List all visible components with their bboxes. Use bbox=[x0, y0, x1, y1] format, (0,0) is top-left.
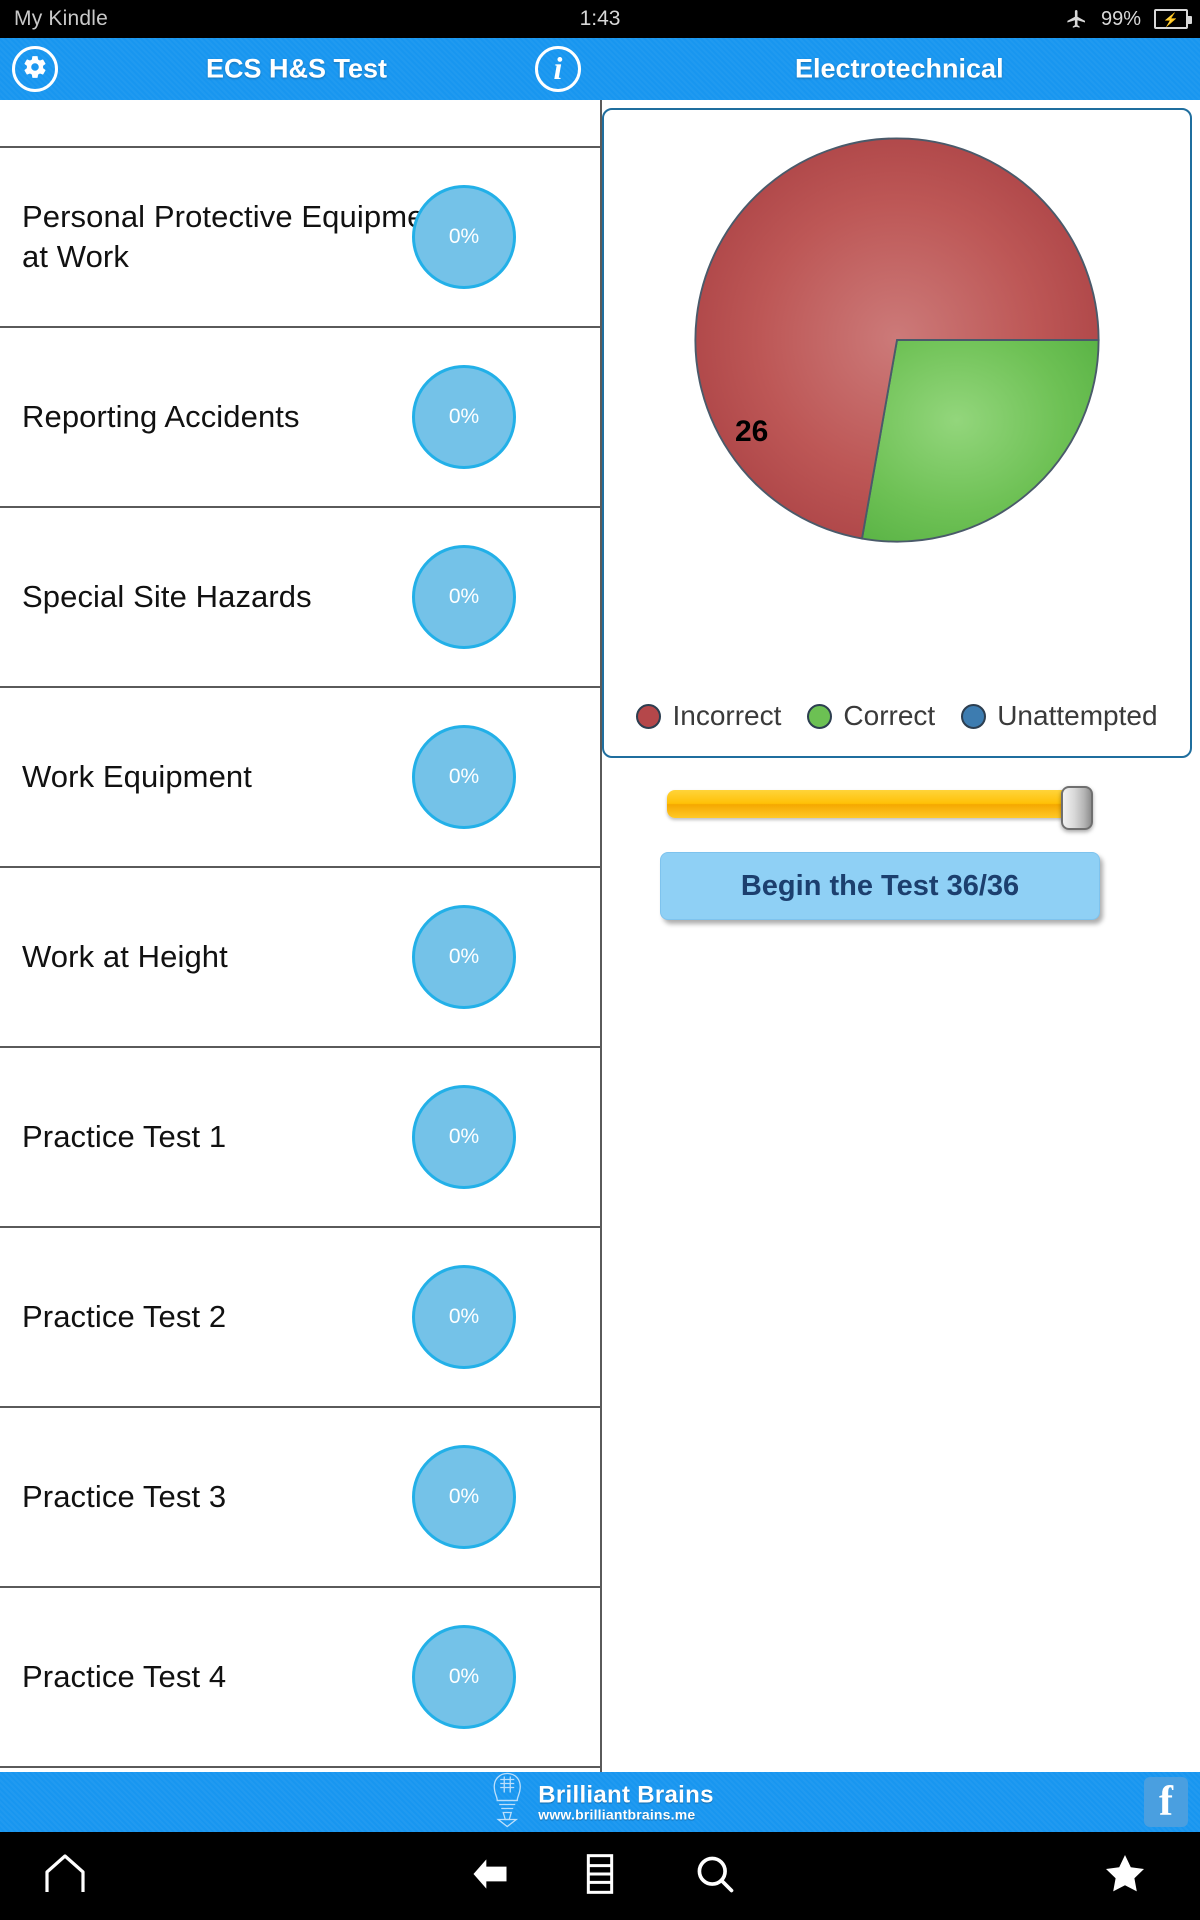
list-item-practice-test-3[interactable]: Practice Test 3 0% bbox=[0, 1408, 600, 1588]
list-item-reporting-accidents[interactable]: Reporting Accidents 0% bbox=[0, 328, 600, 508]
android-status-bar: My Kindle 1:43 99% ⚡ bbox=[0, 0, 1200, 38]
begin-test-button[interactable]: Begin the Test 36/36 bbox=[660, 852, 1100, 920]
progress-badge: 0% bbox=[412, 185, 516, 289]
legend-label: Incorrect bbox=[672, 700, 782, 731]
list-item-label: Practice Test 2 bbox=[22, 1299, 227, 1335]
menu-icon bbox=[580, 1852, 620, 1901]
list-item-label: Reporting Accidents bbox=[22, 399, 300, 435]
progress-badge: 0% bbox=[412, 1085, 516, 1189]
progress-badge: 0% bbox=[412, 905, 516, 1009]
nav-menu-button[interactable] bbox=[565, 1841, 635, 1911]
info-button[interactable]: i bbox=[535, 46, 581, 92]
nav-favorites-button[interactable] bbox=[1090, 1841, 1160, 1911]
search-icon bbox=[693, 1852, 737, 1901]
facebook-icon: f bbox=[1159, 1779, 1173, 1825]
pie-label-incorrect: 26 bbox=[735, 415, 769, 448]
legend-item-unattempted: Unattempted bbox=[961, 700, 1158, 732]
home-icon bbox=[41, 1850, 89, 1903]
detail-panel: 26 10 Incorrect Correct Unattempted bbox=[602, 100, 1200, 1772]
topic-list[interactable]: Personal Protective Equipment at Work 0%… bbox=[0, 100, 600, 1772]
status-clock: 1:43 bbox=[579, 7, 621, 30]
legend-item-incorrect: Incorrect bbox=[636, 700, 781, 732]
list-item-label: Work at Height bbox=[22, 939, 228, 975]
list-item-work-at-height[interactable]: Work at Height 0% bbox=[0, 868, 600, 1048]
brand-logo[interactable]: Brilliant Brains www.brilliantbrains.me bbox=[486, 1772, 714, 1833]
slider-track-fill[interactable] bbox=[667, 790, 1087, 818]
nav-back-button[interactable] bbox=[455, 1841, 525, 1911]
status-indicators: 99% ⚡ bbox=[1064, 7, 1192, 31]
progress-badge: 0% bbox=[412, 1445, 516, 1549]
nav-home-button[interactable] bbox=[30, 1841, 100, 1911]
results-chart-card: 26 10 Incorrect Correct Unattempted bbox=[602, 108, 1192, 758]
list-row-partial[interactable] bbox=[0, 100, 600, 148]
slider-thumb[interactable] bbox=[1061, 786, 1093, 830]
back-arrow-icon bbox=[468, 1852, 512, 1901]
gear-icon bbox=[22, 54, 48, 85]
legend-dot-incorrect bbox=[636, 703, 662, 729]
chart-legend: Incorrect Correct Unattempted bbox=[604, 700, 1190, 732]
info-icon: i bbox=[553, 50, 563, 86]
progress-badge: 0% bbox=[412, 1625, 516, 1729]
facebook-button[interactable]: f bbox=[1144, 1777, 1188, 1827]
progress-badge: 0% bbox=[412, 545, 516, 649]
brand-footer-bar: Brilliant Brains www.brilliantbrains.me … bbox=[0, 1772, 1200, 1832]
list-item-label: Practice Test 4 bbox=[22, 1659, 227, 1695]
pie-chart-svg bbox=[694, 137, 1100, 543]
nav-search-button[interactable] bbox=[680, 1841, 750, 1911]
list-item-practice-test-1[interactable]: Practice Test 1 0% bbox=[0, 1048, 600, 1228]
progress-badge: 0% bbox=[412, 725, 516, 829]
list-item-practice-test-4[interactable]: Practice Test 4 0% bbox=[0, 1588, 600, 1768]
list-item-special-site-hazards[interactable]: Special Site Hazards 0% bbox=[0, 508, 600, 688]
legend-item-correct: Correct bbox=[807, 700, 935, 732]
brain-head-icon bbox=[486, 1772, 528, 1833]
brand-url: www.brilliantbrains.me bbox=[538, 1806, 696, 1823]
list-item-label: Personal Protective Equipment at Work bbox=[22, 199, 451, 274]
list-item-label: Practice Test 1 bbox=[22, 1119, 227, 1155]
content-area: Personal Protective Equipment at Work 0%… bbox=[0, 100, 1200, 1772]
app-header-bar: ECS H&S Test i Electrotechnical bbox=[0, 38, 1200, 100]
list-item-practice-test-2[interactable]: Practice Test 2 0% bbox=[0, 1228, 600, 1408]
category-title: Electrotechnical bbox=[795, 53, 1004, 84]
list-item-label: Special Site Hazards bbox=[22, 579, 312, 615]
star-icon bbox=[1101, 1850, 1149, 1903]
legend-dot-unattempted bbox=[961, 703, 987, 729]
settings-button[interactable] bbox=[12, 46, 58, 92]
list-item-label: Work Equipment bbox=[22, 759, 252, 795]
pie-slice-correct bbox=[860, 339, 1100, 543]
pie-chart: 26 10 bbox=[687, 130, 1107, 555]
brand-text: Brilliant Brains www.brilliantbrains.me bbox=[538, 1782, 714, 1822]
android-nav-bar bbox=[0, 1832, 1200, 1920]
question-count-slider[interactable] bbox=[667, 786, 1117, 830]
airplane-icon bbox=[1064, 7, 1088, 31]
app-title: ECS H&S Test bbox=[206, 53, 388, 84]
legend-label: Unattempted bbox=[997, 700, 1158, 731]
app-root: My Kindle 1:43 99% ⚡ ECS H&S Test i Elec… bbox=[0, 0, 1200, 1920]
list-item-personal-protective-equipment[interactable]: Personal Protective Equipment at Work 0% bbox=[0, 148, 600, 328]
brand-name: Brilliant Brains bbox=[538, 1781, 714, 1809]
progress-badge: 0% bbox=[412, 365, 516, 469]
list-item-label: Practice Test 3 bbox=[22, 1479, 227, 1515]
list-item-work-equipment[interactable]: Work Equipment 0% bbox=[0, 688, 600, 868]
legend-dot-correct bbox=[807, 703, 833, 729]
battery-charging-icon: ⚡ bbox=[1154, 9, 1192, 29]
legend-label: Correct bbox=[843, 700, 936, 731]
progress-badge: 0% bbox=[412, 1265, 516, 1369]
battery-percent: 99% bbox=[1100, 7, 1141, 30]
